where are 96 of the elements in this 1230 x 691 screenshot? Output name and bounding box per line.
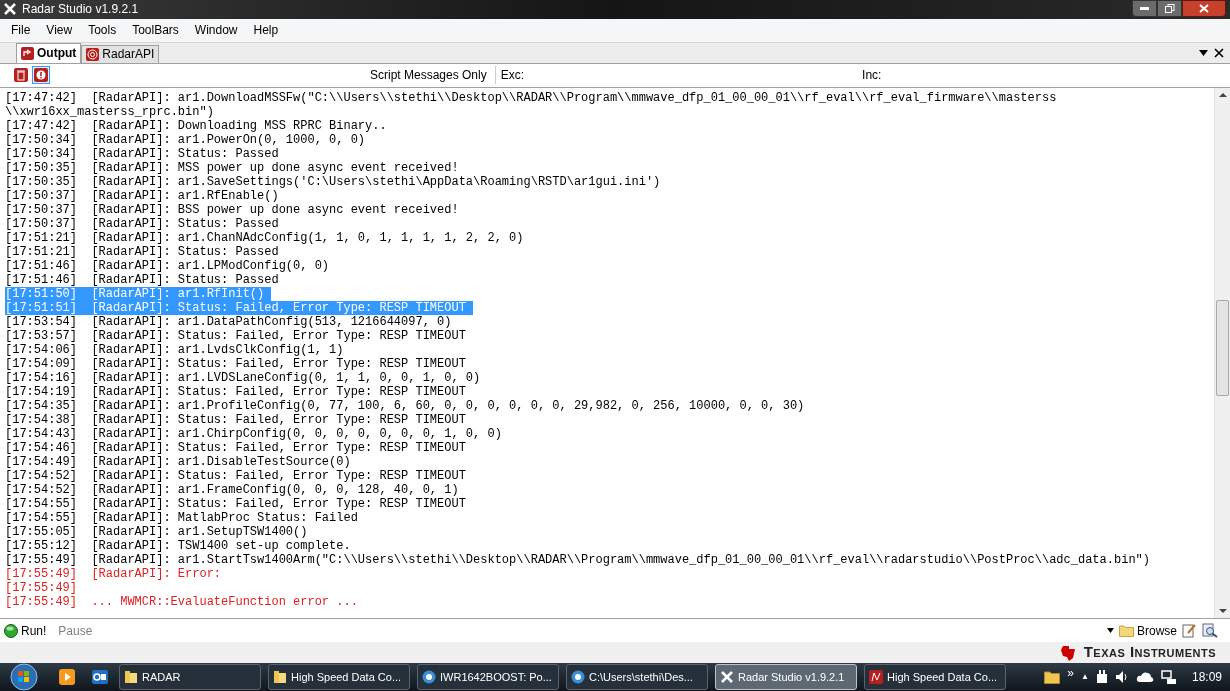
log-timestamp: [17:54:06] [5, 342, 78, 357]
log-message: [RadarAPI]: Status: Passed [91, 146, 279, 161]
tab[interactable]: RadarAPI [81, 44, 160, 63]
log-message: [RadarAPI]: ar1.LPModConfig(0, 0) [91, 258, 330, 273]
taskbar-button[interactable]: IWR1642BOOST: Po... [417, 664, 559, 690]
log-timestamp: [17:54:49] [5, 454, 78, 469]
menu-item[interactable]: File [5, 21, 37, 40]
tab[interactable]: Output [16, 42, 82, 63]
log-timestamp: [17:50:37] [5, 202, 78, 217]
browse-button[interactable]: Browse [1119, 621, 1177, 640]
log-message: [RadarAPI]: MSS power up done async event received! [91, 160, 459, 175]
log-timestamp: [17:54:38] [5, 412, 78, 427]
window-title: Radar Studio v1.9.2.1 [22, 1, 139, 19]
log-message: [RadarAPI]: ar1.RfInit() [91, 286, 272, 301]
log-message: [RadarAPI]: ar1.PowerOn(0, 1000, 0, 0) [91, 132, 366, 147]
log-message: [RadarAPI]: ar1.DownloadMSSFw("C:\\Users\\stethi\\Desktop\\RADAR\\Program\\mmwave_dfp_01_00_00_01\\rf_eval\\rf_eval_firmware\\masterss [91, 90, 1057, 105]
inc-label: Inc: [862, 67, 882, 85]
log-timestamp: [17:51:46] [5, 272, 78, 287]
menu-item[interactable]: Help [247, 21, 285, 40]
log-timestamp: [17:47:42] [5, 90, 78, 105]
log-timestamp: [17:54:55] [5, 496, 78, 511]
log-message: [RadarAPI]: ar1.SaveSettings('C:\Users\stethi\AppData\Roaming\RSTD\ar1gui.ini') [91, 174, 661, 189]
log-timestamp: [17:54:52] [5, 482, 78, 497]
log-timestamp: [17:51:21] [5, 230, 78, 245]
pause-button[interactable]: Pause [58, 621, 93, 640]
log-timestamp: [17:53:54] [5, 314, 78, 329]
log-timestamp: [17:47:42] [5, 118, 78, 133]
overflow-button[interactable]: » [1067, 667, 1075, 679]
log-message: [RadarAPI]: Status: Failed, Error Type: RESP TIMEOUT [91, 328, 466, 343]
log-message: [RadarAPI]: Status: Failed, Error Type: RESP TIMEOUT [91, 356, 466, 371]
clock: 18:09 [1191, 669, 1222, 686]
log-message: [RadarAPI]: Error: [91, 566, 222, 581]
log-message: [RadarAPI]: Downloading MSS RPRC Binary.. [91, 118, 387, 133]
log-timestamp: [17:51:21] [5, 244, 78, 259]
log-message: [RadarAPI]: TSW1400 set-up complete. [91, 538, 351, 553]
menu-item[interactable]: View [40, 21, 79, 40]
taskbar-button[interactable]: High Speed Data Co... [864, 664, 1006, 690]
log-message: [RadarAPI]: Status: Failed, Error Type: RESP TIMEOUT [91, 440, 466, 455]
menu-item[interactable]: Tools [82, 21, 123, 40]
log-timestamp: [17:54:46] [5, 440, 78, 455]
log-timestamp: [17:55:05] [5, 524, 78, 539]
log-timestamp: [17:51:50] [5, 286, 92, 301]
log-message: ... MWMCR::EvaluateFunction error ... [91, 594, 358, 609]
log-message: [RadarAPI]: ar1.DisableTestSource(0) [91, 454, 351, 469]
log-message: \\xwr16xx_masterss_rprc.bin") [5, 104, 214, 119]
log-message: [RadarAPI]: ar1.ChanNAdcConfig(1, 1, 0, 1, 1, 1, 1, 2, 2, 0) [91, 230, 524, 245]
log-message: [RadarAPI]: Status: Passed [91, 244, 279, 259]
log-message: [RadarAPI]: ar1.ProfileConfig(0, 77, 100, 6, 60, 0, 0, 0, 0, 0, 0, 29,982, 0, 256, 10000, 0, 0, 30) [91, 398, 805, 413]
log-timestamp: [17:50:34] [5, 146, 78, 161]
log-timestamp: [17:54:52] [5, 468, 78, 483]
log-message: [RadarAPI]: ar1.SetupTSW1400() [91, 524, 308, 539]
log-timestamp: [17:54:09] [5, 356, 78, 371]
log-timestamp: [17:51:46] [5, 258, 78, 273]
log-message: [RadarAPI]: MatlabProc Status: Failed [91, 510, 358, 525]
log-timestamp: [17:50:35] [5, 160, 78, 175]
log-message: [RadarAPI]: ar1.RfEnable() [91, 188, 279, 203]
log-timestamp: [17:50:35] [5, 174, 78, 189]
log-timestamp: [17:54:16] [5, 370, 78, 385]
taskbar-button[interactable]: C:\Users\stethi\Des... [566, 664, 708, 690]
run-button[interactable]: Run! [4, 621, 47, 640]
log-message: [RadarAPI]: Status: Passed [91, 216, 279, 231]
log-timestamp: [17:50:37] [5, 188, 78, 203]
log-message: [RadarAPI]: ar1.LVDSLaneConfig(0, 1, 1, 0, 0, 1, 0, 0) [91, 370, 481, 385]
log-message: [RadarAPI]: Status: Failed, Error Type: RESP TIMEOUT [91, 496, 466, 511]
log-message: [RadarAPI]: BSS power up done async event received! [91, 202, 459, 217]
log-message: [RadarAPI]: ar1.StartTsw1400Arm("C:\\Users\\stethi\\Desktop\\RADAR\\Program\\mmwave_dfp_01_00_00_01\\rf_eval\\radarstudio\\PostProc\\adc_data.bin") [91, 552, 1150, 567]
log-message: [RadarAPI]: Status: Failed, Error Type: RESP TIMEOUT [91, 384, 466, 399]
exc-label: Exc: [494, 66, 525, 85]
menu-item[interactable]: Window [188, 21, 244, 40]
menu-item[interactable]: ToolBars [126, 21, 185, 40]
log-message: [RadarAPI]: Status: Failed, Error Type: RESP TIMEOUT [91, 300, 473, 315]
log-timestamp: [17:50:37] [5, 216, 78, 231]
log-message: [RadarAPI]: Status: Failed, Error Type: RESP TIMEOUT [91, 468, 466, 483]
log-timestamp: [17:55:49] [5, 580, 78, 595]
log-timestamp: [17:54:43] [5, 426, 78, 441]
log-timestamp: [17:55:49] [5, 552, 78, 567]
log-timestamp: [17:50:34] [5, 132, 78, 147]
log-message: [RadarAPI]: ar1.ChirpConfig(0, 0, 0, 0, 0, 0, 0, 1, 0, 0) [91, 426, 502, 441]
log-timestamp: [17:55:49] [5, 566, 78, 581]
show-hidden-icons-button[interactable]: ▲ [1081, 671, 1089, 683]
log-timestamp: [17:54:55] [5, 510, 78, 525]
log-message: [RadarAPI]: ar1.FrameConfig(0, 0, 0, 128, 40, 0, 1) [91, 482, 459, 497]
log-message: [RadarAPI]: Status: Failed, Error Type: RESP TIMEOUT [91, 412, 466, 427]
log-timestamp: [17:54:35] [5, 398, 78, 413]
taskbar-button[interactable]: High Speed Data Co... [268, 664, 410, 690]
log-message: [RadarAPI]: ar1.DataPathConfig(513, 1216644097, 0) [91, 314, 452, 329]
log-timestamp: [17:55:49] [5, 594, 78, 609]
log-timestamp: [17:55:12] [5, 538, 78, 553]
brand-name: Texas Instruments [1083, 642, 1216, 663]
log-message: [RadarAPI]: ar1.LvdsClkConfig(1, 1) [91, 342, 344, 357]
filter-toggle[interactable]: Script Messages Only [370, 66, 487, 85]
log-message: [RadarAPI]: Status: Passed [91, 272, 279, 287]
log-timestamp: [17:53:57] [5, 328, 78, 343]
log-timestamp: [17:54:19] [5, 384, 78, 399]
taskbar-button[interactable]: Radar Studio v1.9.2.1 [715, 664, 857, 690]
taskbar-button[interactable]: RADAR [119, 664, 261, 690]
